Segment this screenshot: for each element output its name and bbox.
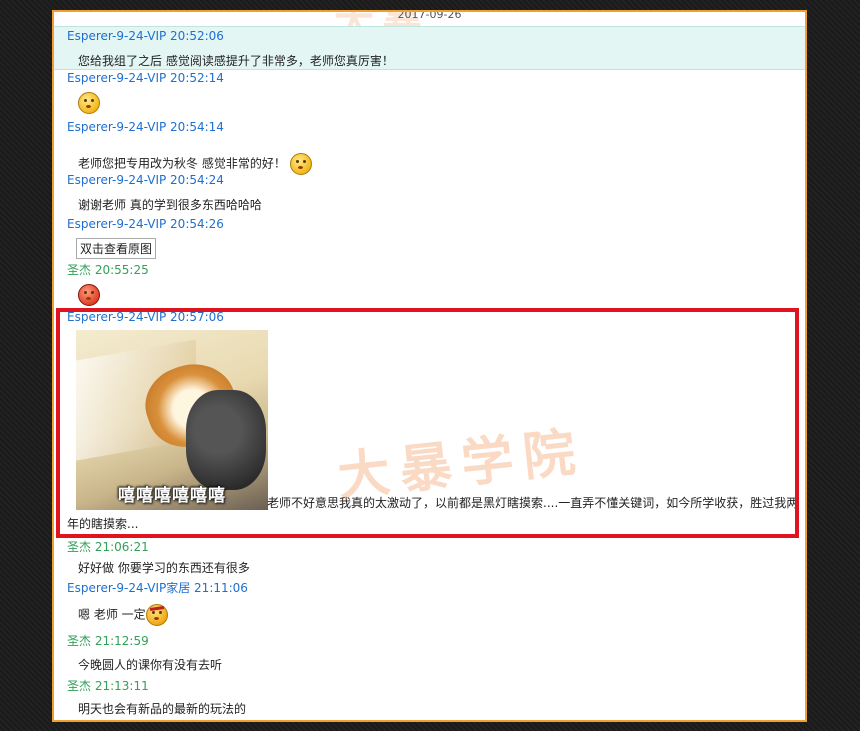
message-sender[interactable]: Esperer-9-24-VIP家居 21:11:06 (67, 579, 248, 596)
message-text: 您给我组了之后 感觉阅读感提升了非常多，老师您真厉害！ (78, 54, 394, 68)
highlighted-message: Esperer-9-24-VIP 20:52:06 您给我组了之后 感觉阅读感提… (54, 26, 805, 70)
message-sender[interactable]: Esperer-9-24-VIP 20:54:24 (67, 173, 224, 187)
message-sender[interactable]: 圣杰 20:55:25 (67, 261, 149, 278)
message-text: 今晚圆人的课你有没有去听 (78, 658, 223, 672)
message-text: 明天也会有新品的最新的玩法的 (78, 702, 247, 716)
message-sender[interactable]: 圣杰 21:13:11 (67, 677, 149, 694)
message-text: 老师您把专用改为秋冬 感觉非常的好！ (78, 153, 312, 175)
kiss-emoji-icon (78, 92, 100, 114)
angry-emoji-icon (145, 604, 168, 626)
kiss-emoji-icon (289, 153, 312, 175)
blush-emoji-icon (78, 284, 100, 306)
message-sender[interactable]: 圣杰 21:06:21 (67, 538, 149, 555)
message-sender[interactable]: Esperer-9-24-VIP 20:54:26 (67, 217, 224, 231)
message-sender[interactable]: Esperer-9-24-VIP 20:52:06 (67, 29, 224, 43)
date-header: 2017-09-26 (397, 10, 462, 21)
message-sender[interactable]: 圣杰 21:12:59 (67, 632, 149, 649)
message-text: 谢谢老师 真的学到很多东西哈哈哈 (78, 198, 262, 212)
message-sender[interactable]: Esperer-9-24-VIP 20:52:14 (67, 71, 224, 85)
message-sender[interactable]: Esperer-9-24-VIP 20:54:14 (67, 120, 224, 134)
message-text: 嗯 老师 一定 (78, 604, 168, 626)
view-original-image-button[interactable]: 双击查看原图 (76, 238, 157, 259)
message-text: 好好做 你要学习的东西还有很多 (78, 561, 250, 575)
highlight-box (56, 308, 799, 538)
